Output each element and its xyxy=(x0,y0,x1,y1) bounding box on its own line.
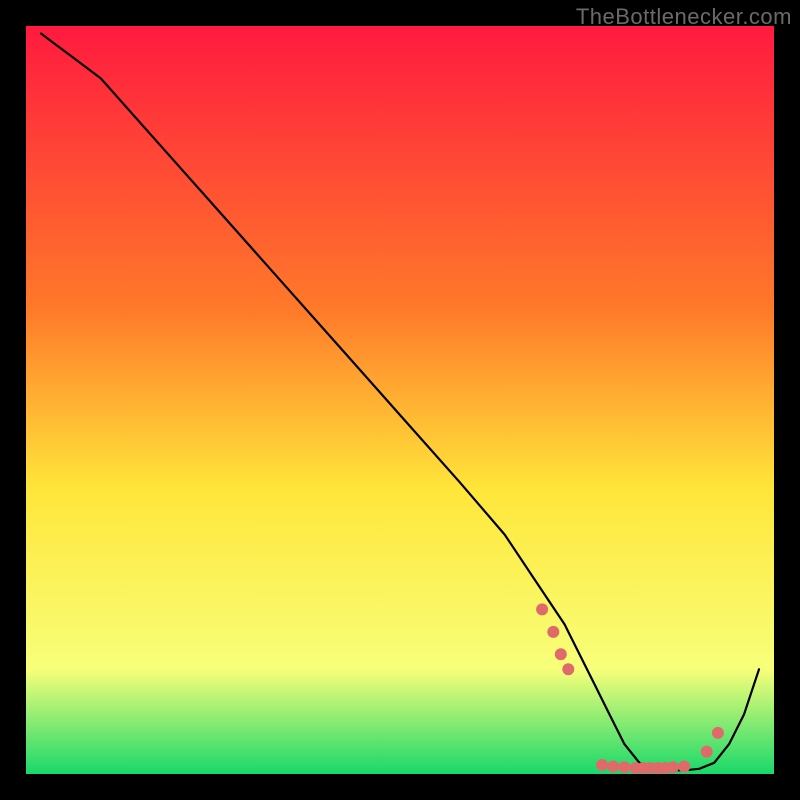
highlight-dot xyxy=(562,663,574,675)
highlight-dot xyxy=(712,727,724,739)
highlight-dot xyxy=(596,759,608,771)
highlight-dot xyxy=(547,626,559,638)
plot-background xyxy=(26,26,774,774)
highlight-dot xyxy=(536,603,548,615)
highlight-dot xyxy=(607,761,619,773)
chart-frame: TheBottlenecker.com xyxy=(0,0,800,800)
bottleneck-chart xyxy=(0,0,800,800)
highlight-dot xyxy=(555,648,567,660)
highlight-dot xyxy=(667,761,679,773)
highlight-dot xyxy=(618,761,630,773)
highlight-dot xyxy=(678,761,690,773)
highlight-dot xyxy=(701,746,713,758)
watermark-text: TheBottlenecker.com xyxy=(576,4,792,30)
